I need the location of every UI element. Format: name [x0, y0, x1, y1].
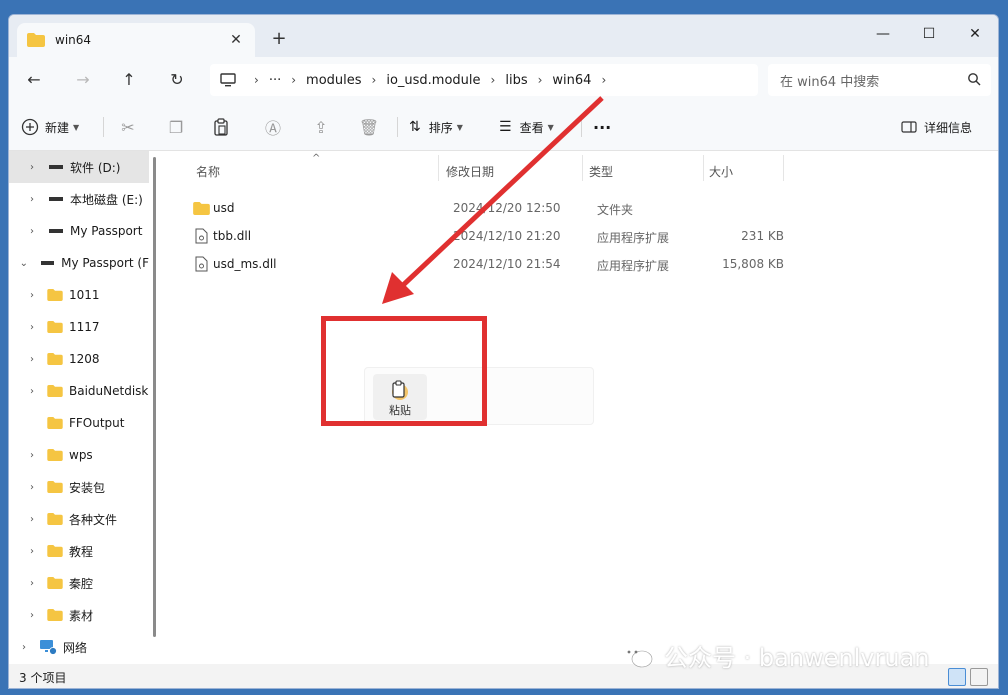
- highlight-box: [321, 316, 487, 426]
- wechat-icon: [622, 644, 653, 667]
- arrow-shaft: [398, 96, 604, 290]
- watermark-text: 公众号 · banwenlvruan: [664, 644, 930, 672]
- annotation-arrow: [382, 96, 604, 304]
- watermark: 公众号 · banwenlvruan: [620, 638, 930, 673]
